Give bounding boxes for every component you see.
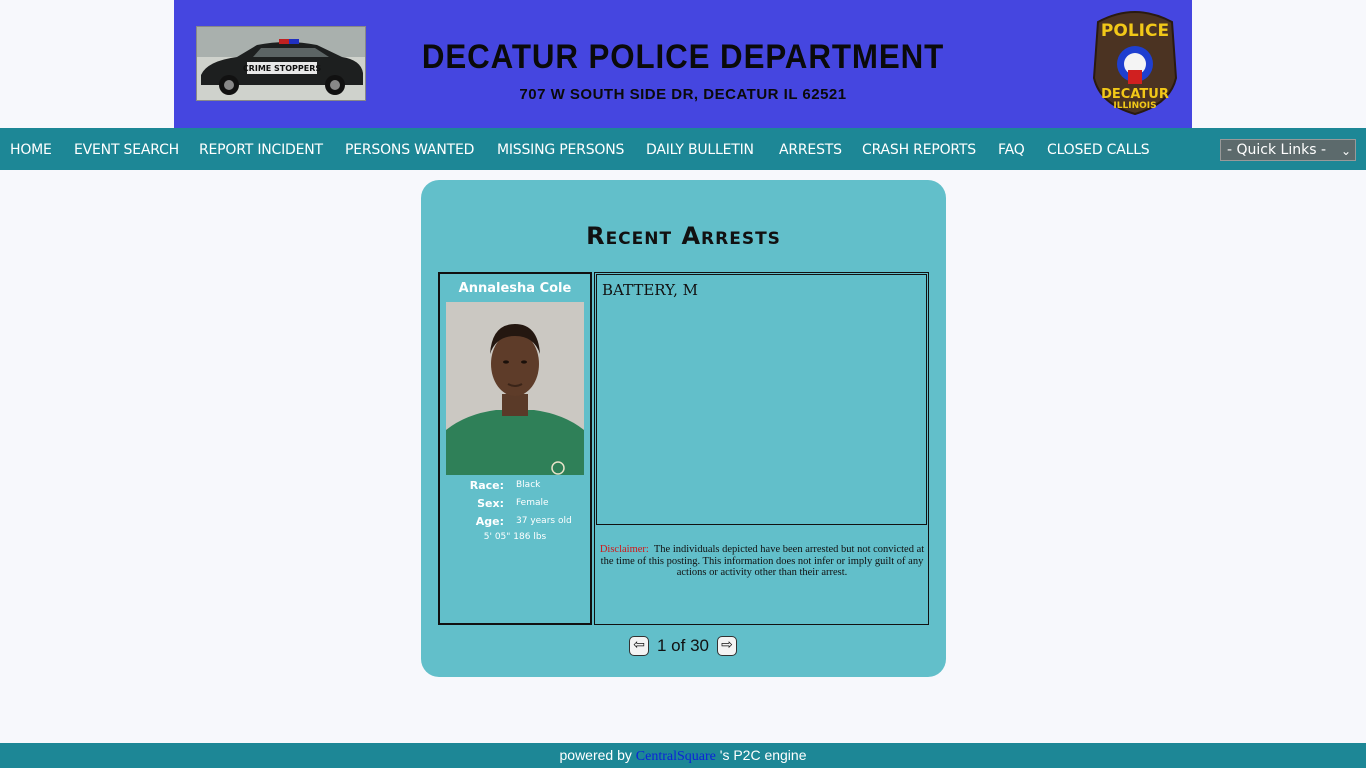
age-label: Age: [475, 515, 504, 528]
age-value: 37 years old [516, 516, 572, 526]
police-badge-icon: POLICE DECATUR ILLINOIS [1092, 11, 1178, 116]
header-banner: CRIME STOPPERS DECATUR POLICE DEPARTMENT… [174, 0, 1192, 128]
race-value: Black [516, 480, 541, 490]
svg-text:POLICE: POLICE [1101, 21, 1169, 41]
next-button[interactable]: ⇨ [717, 636, 737, 656]
mugshot-photo [446, 302, 584, 475]
centralsquare-link[interactable]: CentralSquare [636, 749, 716, 764]
nav-persons-wanted[interactable]: PERSONS WANTED [345, 142, 474, 158]
nav-faq[interactable]: FAQ [998, 142, 1025, 158]
sex-label: Sex: [477, 497, 504, 510]
main-nav: HOME EVENT SEARCH REPORT INCIDENT PERSON… [0, 128, 1366, 170]
prev-button[interactable]: ⇦ [629, 636, 649, 656]
arrow-right-icon: ⇨ [721, 637, 733, 653]
nav-home[interactable]: HOME [10, 142, 52, 158]
department-title: DECATUR POLICE DEPARTMENT [421, 38, 945, 76]
disclaimer-label: Disclaimer: [599, 544, 649, 555]
person-photo-icon [446, 302, 584, 475]
nav-daily-bulletin[interactable]: DAILY BULLETIN [646, 142, 754, 158]
panel-title: Recent Arrests [586, 222, 781, 250]
race-label: Race: [469, 479, 504, 492]
footer-suffix: 's P2C engine [715, 747, 807, 763]
disclaimer-text: The individuals depicted have been arres… [600, 544, 925, 578]
quick-links-select[interactable]: - Quick Links - ⌄ [1220, 139, 1356, 161]
height-weight: 5' 05" 186 lbs [483, 532, 547, 542]
person-card: Annalesha Cole Race: Black Sex: Female A [438, 272, 592, 625]
footer-prefix: powered by [559, 747, 636, 763]
nav-missing-persons[interactable]: MISSING PERSONS [497, 142, 624, 158]
footer: powered by CentralSquare 's P2C engine [0, 743, 1366, 768]
sex-value: Female [516, 498, 549, 508]
svg-text:ILLINOIS: ILLINOIS [1113, 101, 1156, 111]
pager: ⇦ 1 of 30 ⇨ [421, 636, 946, 658]
disclaimer: Disclaimer: The individuals depicted hav… [597, 544, 927, 579]
nav-arrests[interactable]: ARRESTS [779, 142, 842, 158]
charge-box: BATTERY, M [596, 274, 927, 525]
chevron-down-icon: ⌄ [1340, 144, 1351, 158]
charges-card: BATTERY, M Disclaimer: The individuals d… [594, 272, 929, 625]
person-name: Annalesha Cole [458, 281, 572, 296]
nav-report-incident[interactable]: REPORT INCIDENT [199, 142, 323, 158]
pager-text: 1 of 30 [657, 636, 709, 655]
charge-text: BATTERY, M [602, 281, 698, 299]
quick-links-value: - Quick Links - [1227, 142, 1327, 158]
recent-arrests-panel: Recent Arrests Annalesha Cole Race: Blac… [421, 180, 946, 677]
nav-crash-reports[interactable]: CRASH REPORTS [862, 142, 976, 158]
nav-closed-calls[interactable]: CLOSED CALLS [1047, 142, 1150, 158]
police-badge-logo: POLICE DECATUR ILLINOIS [1090, 8, 1180, 116]
svg-text:DECATUR: DECATUR [1101, 87, 1169, 102]
nav-event-search[interactable]: EVENT SEARCH [74, 142, 179, 158]
department-address: 707 W SOUTH SIDE DR, DECATUR IL 62521 [519, 86, 847, 103]
arrow-left-icon: ⇦ [633, 637, 645, 653]
